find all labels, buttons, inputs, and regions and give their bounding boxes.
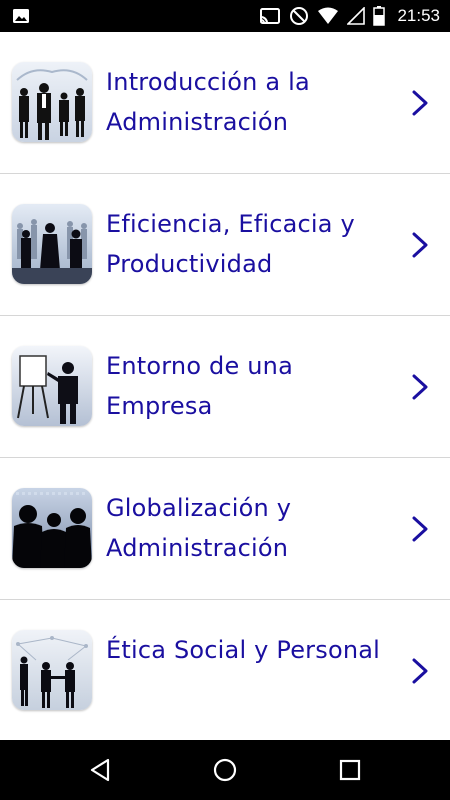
status-bar: 21:53 xyxy=(0,0,450,32)
cast-icon xyxy=(259,7,281,25)
chevron-right-icon xyxy=(412,90,428,116)
chevron-right-icon xyxy=(412,232,428,258)
business-people-thumbnail xyxy=(12,62,92,142)
list-item-label: Entorno de una Empresa xyxy=(106,352,293,420)
signal-icon xyxy=(347,7,366,25)
list-item[interactable]: Ética Social y Personal xyxy=(0,600,450,742)
list-item-label: Eficiencia, Eficacia y Productividad xyxy=(106,210,355,278)
image-icon xyxy=(12,7,30,25)
wifi-icon xyxy=(317,7,339,25)
crowd-thumbnail xyxy=(12,204,92,284)
chevron-right-icon xyxy=(412,374,428,400)
presentation-thumbnail xyxy=(12,346,92,426)
list-item[interactable]: Introducción a la Administración xyxy=(0,32,450,174)
handshake-thumbnail xyxy=(12,630,92,710)
silhouettes-thumbnail xyxy=(12,488,92,568)
recents-icon[interactable] xyxy=(336,756,364,784)
chevron-right-icon xyxy=(412,516,428,542)
list-item[interactable]: Globalización y Administración xyxy=(0,458,450,600)
navigation-bar xyxy=(0,740,450,800)
topic-list: Introducción a la Administración Eficien… xyxy=(0,32,450,742)
list-item[interactable]: Eficiencia, Eficacia y Productividad xyxy=(0,174,450,316)
chevron-right-icon xyxy=(412,658,428,684)
do-not-disturb-icon xyxy=(289,6,309,26)
list-item-label: Introducción a la Administración xyxy=(106,68,310,136)
battery-icon xyxy=(373,6,386,26)
status-clock: 21:53 xyxy=(397,6,440,25)
back-icon[interactable] xyxy=(86,756,114,784)
list-item-label: Globalización y Administración xyxy=(106,494,292,562)
list-item[interactable]: Entorno de una Empresa xyxy=(0,316,450,458)
home-icon[interactable] xyxy=(211,756,239,784)
list-item-label: Ética Social y Personal xyxy=(106,636,381,664)
